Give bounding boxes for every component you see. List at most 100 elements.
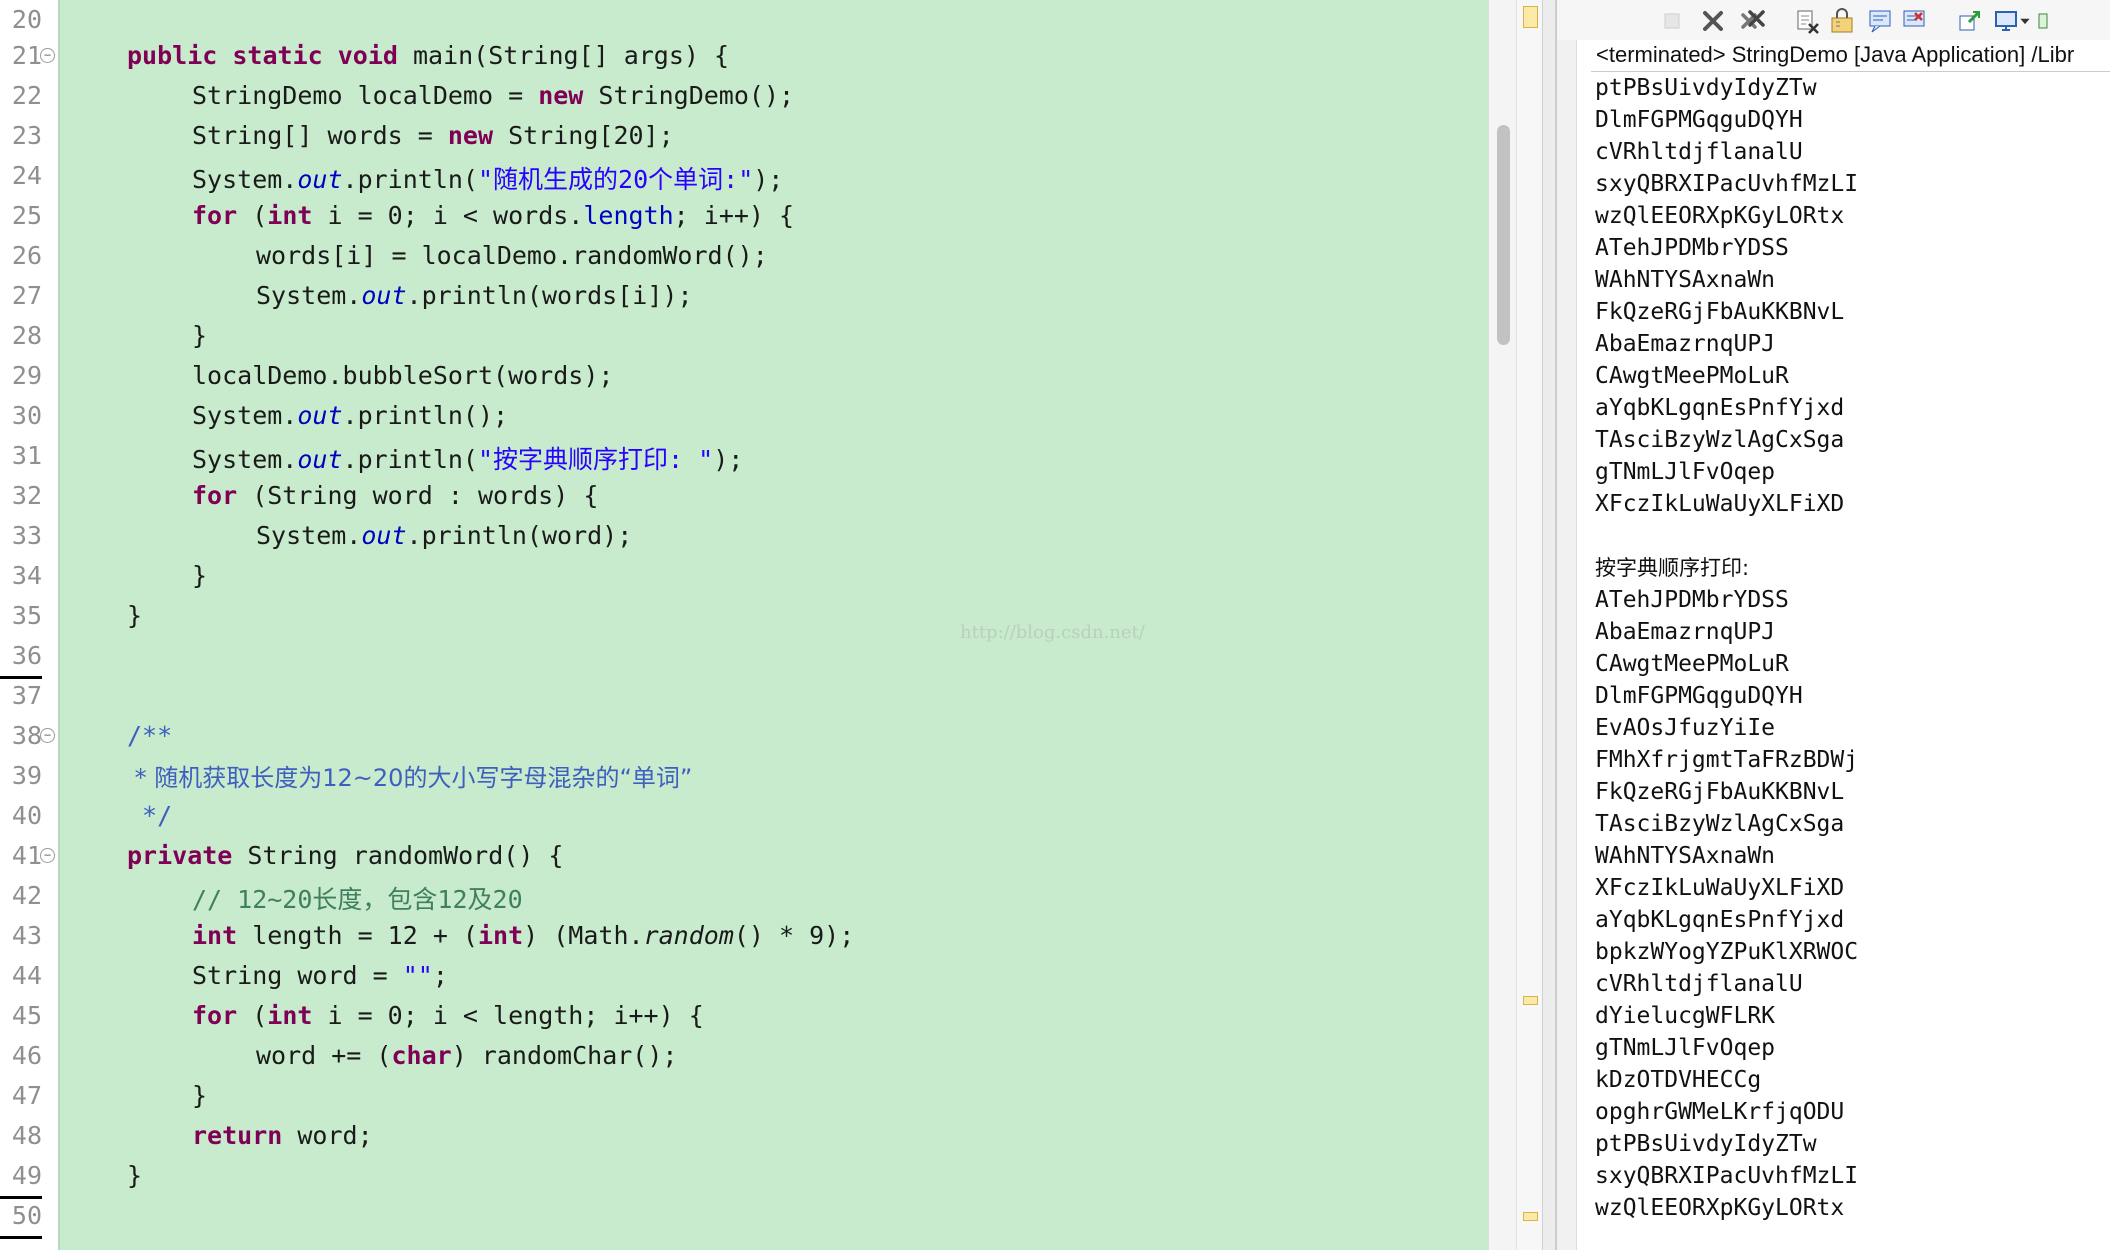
console-output-line: FkQzeRGjFbAuKKBNvL [1595, 299, 1845, 325]
code-line-43: int length = 12 + (int) (Math.random() *… [192, 916, 854, 956]
console-output-line: XFczIkLuWaUyXLFiXD [1595, 875, 1845, 901]
console-output-line: wzQlEEORXpKGyLORtx [1595, 203, 1845, 229]
code-token: .println(); [342, 401, 509, 430]
editor-vertical-scrollbar[interactable] [1488, 0, 1516, 1250]
code-token: System. [256, 281, 362, 310]
code-token: new [447, 121, 494, 150]
console-output-line: aYqbKLgqnEsPnfYjxd [1595, 395, 1845, 421]
console-left-margin [1557, 40, 1577, 1250]
code-token: } [127, 1161, 143, 1190]
code-line-27: System.out.println(words[i]); [256, 276, 693, 316]
console-output-line: TAsciBzyWzlAgCxSga [1595, 427, 1845, 453]
code-token: () * 9); [733, 921, 855, 950]
overview-annotation-mark[interactable] [1523, 996, 1538, 1005]
code-token: out [361, 281, 407, 310]
code-line-38: /** [127, 716, 172, 756]
java-editor[interactable]: 20 21 22 23 24 25 26 27 28 29 30 31 32 33 34 35 36 37 38 39… [0, 0, 1516, 1250]
line-comment: // 12~20长度，包含12及20 [192, 885, 523, 914]
javadoc-comment: * 随机获取长度为12~20的大小写字母混杂的“单词” [127, 764, 693, 792]
overview-ruler[interactable] [1516, 0, 1542, 1250]
code-line-24: System.out.println("随机生成的20个单词:"); [192, 160, 783, 200]
scroll-lock-icon[interactable] [1827, 6, 1857, 36]
pin-console-icon[interactable] [1955, 6, 1985, 36]
code-line-28: } [192, 316, 207, 356]
code-token: ; [432, 961, 448, 990]
code-token: for [192, 481, 238, 510]
code-token: char [391, 1041, 452, 1070]
show-on-stderr-icon[interactable] [1899, 6, 1929, 36]
code-token: System. [192, 165, 298, 194]
code-line-25: for (int i = 0; i < words.length; i++) { [192, 196, 794, 236]
code-line-32: for (String word : words) { [192, 476, 598, 516]
clear-console-icon[interactable] [1792, 6, 1822, 36]
remove-all-terminated-icon[interactable] [1738, 6, 1768, 36]
code-line-23: String[] words = new String[20]; [192, 116, 674, 156]
code-token: for [192, 1001, 238, 1030]
code-token: ) randomChar(); [451, 1041, 678, 1070]
terminate-icon[interactable] [1657, 6, 1687, 36]
console-output-line: ATehJPDMbrYDSS [1595, 587, 1789, 613]
console-output-line: ATehJPDMbrYDSS [1595, 235, 1789, 261]
code-line-22: StringDemo localDemo = new StringDemo(); [192, 76, 794, 116]
code-token: StringDemo(); [583, 81, 795, 110]
code-line-26: words[i] = localDemo.randomWord(); [256, 236, 768, 276]
console-output-line: DlmFGPMGqguDQYH [1595, 107, 1803, 133]
console-output-line: bpkzWYogYZPuKlXRWOC [1595, 939, 1859, 965]
javadoc-comment: /** [127, 721, 173, 750]
code-token: random [643, 921, 734, 950]
console-output-line: CAwgtMeePMoLuR [1595, 363, 1789, 389]
code-token: .println( [342, 445, 478, 474]
code-token: word; [282, 1121, 373, 1150]
code-line-49: } [127, 1156, 142, 1196]
code-token: out [297, 401, 343, 430]
code-token: main(String[] args) { [397, 41, 730, 70]
console-output-line: FMhXfrjgmtTaFRzBDWj [1595, 747, 1859, 773]
code-token: ; i++) { [673, 201, 795, 230]
code-token: String word = [192, 961, 403, 990]
code-line-42: // 12~20长度，包含12及20 [192, 880, 523, 920]
view-sash[interactable] [1542, 0, 1556, 1250]
code-token: new [538, 81, 584, 110]
code-line-33: System.out.println(word); [256, 516, 632, 556]
code-token: length = 12 + ( [237, 921, 478, 950]
console-output-line: kDzOTDVHECCg [1595, 1067, 1762, 1093]
console-output-line: AbaEmazrnqUPJ [1595, 331, 1776, 357]
remove-launch-icon[interactable] [1698, 6, 1728, 36]
console-output-line: XFczIkLuWaUyXLFiXD [1595, 491, 1845, 517]
code-token: words[i] = localDemo.randomWord(); [256, 241, 768, 270]
code-line-21: public static void main(String[] args) { [127, 36, 729, 76]
show-on-stdout-icon[interactable] [1865, 6, 1895, 36]
code-token: String[] words = [192, 121, 448, 150]
code-line-44: String word = ""; [192, 956, 448, 996]
code-token: .println(word); [406, 521, 633, 550]
scrollbar-thumb[interactable] [1497, 125, 1510, 345]
code-line-34: } [192, 556, 207, 596]
code-token: public static void [127, 41, 398, 70]
console-output-line: aYqbKLgqnEsPnfYjxd [1595, 907, 1845, 933]
maximize-view-icon[interactable] [2037, 6, 2051, 36]
console-title: <terminated> StringDemo [Java Applicatio… [1596, 42, 2075, 67]
console-output-line: cVRhltdjflanalU [1595, 971, 1803, 997]
console-output-line: dYielucgWFLRK [1595, 1003, 1776, 1029]
code-line-40: */ [127, 796, 172, 836]
code-token: ) (Math. [523, 921, 644, 950]
code-line-30: System.out.println(); [192, 396, 508, 436]
string-literal: "按字典顺序打印: " [477, 445, 714, 474]
code-token: i = 0; i < length; i++) { [312, 1001, 704, 1030]
view-menu-icon[interactable] [2015, 6, 2035, 36]
code-token: return [192, 1121, 283, 1150]
code-token: out [361, 521, 407, 550]
console-output-line: sxyQBRXIPacUvhfMzLI [1595, 1163, 1859, 1189]
console-output-line: 按字典顺序打印: [1595, 556, 1750, 580]
console-output-line: sxyQBRXIPacUvhfMzLI [1595, 171, 1859, 197]
code-line-39: * 随机获取长度为12~20的大小写字母混杂的“单词” [127, 758, 693, 798]
overview-annotation-mark[interactable] [1523, 1212, 1538, 1221]
console-output-line: CAwgtMeePMoLuR [1595, 651, 1789, 677]
code-token: private [127, 841, 233, 870]
console-output[interactable]: ptPBsUivdyIdyZTw DlmFGPMGqguDQYH cVRhltdjf… [1595, 72, 2110, 1224]
string-literal: "" [402, 961, 433, 990]
code-token: localDemo.bubbleSort(words); [192, 361, 614, 390]
code-area[interactable]: public static void main(String[] args) {… [0, 0, 1490, 1250]
overview-annotation-mark[interactable] [1523, 6, 1538, 28]
